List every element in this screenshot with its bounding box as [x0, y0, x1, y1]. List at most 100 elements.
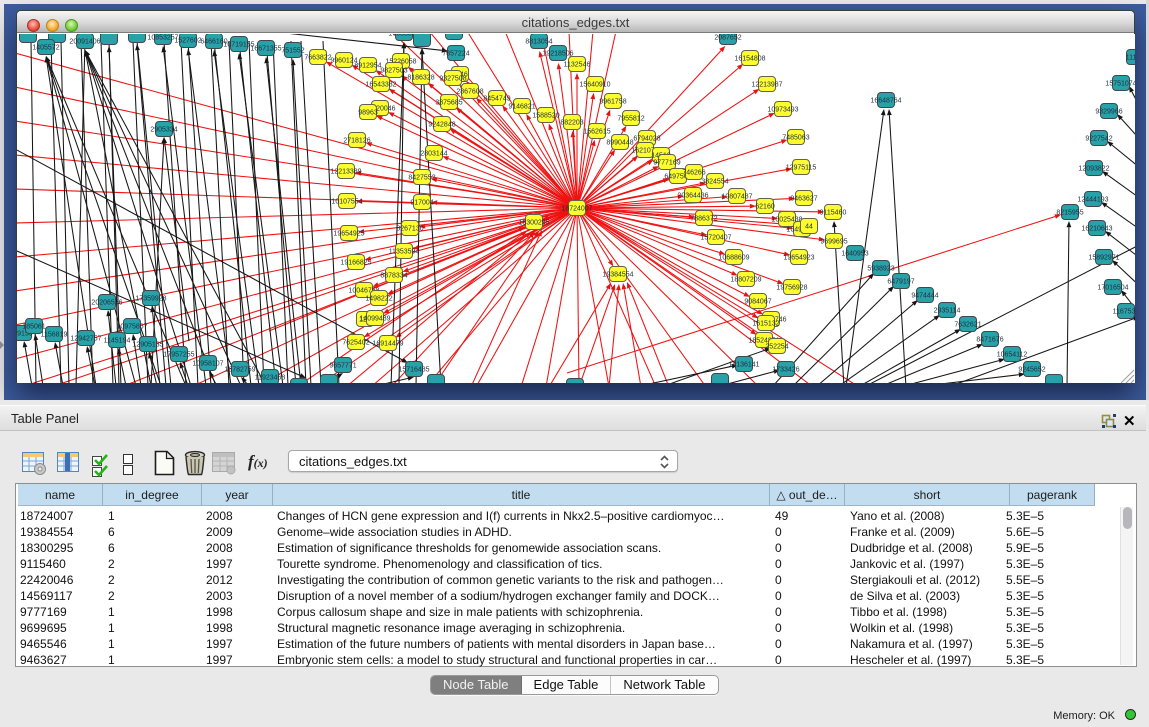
svg-text:746266: 746266: [682, 169, 705, 176]
svg-text:15640910: 15640910: [579, 81, 610, 88]
svg-text:1733426: 1733426: [772, 366, 799, 373]
svg-text:1405572: 1405572: [32, 44, 59, 51]
svg-text:8215955: 8215955: [1056, 209, 1083, 216]
svg-text:1588520: 1588520: [532, 112, 559, 119]
svg-text:15892971: 15892971: [1088, 254, 1119, 261]
svg-text:20206576: 20206576: [91, 299, 122, 306]
svg-text:19384554: 19384554: [602, 271, 633, 278]
svg-text:12213987: 12213987: [751, 81, 782, 88]
svg-text:8267130: 8267130: [396, 225, 423, 232]
svg-text:9146821: 9146821: [508, 103, 535, 110]
svg-text:7632621: 7632621: [954, 321, 981, 328]
svg-text:10654112: 10654112: [997, 351, 1028, 358]
svg-text:44: 44: [805, 223, 813, 230]
svg-text:62160: 62160: [755, 203, 775, 210]
svg-text:18724007: 18724007: [561, 205, 592, 212]
svg-text:98963: 98963: [358, 109, 378, 116]
svg-text:1615132: 1615132: [752, 320, 779, 327]
svg-text:9115460: 9115460: [820, 209, 847, 216]
svg-text:8912954: 8912954: [354, 62, 381, 69]
svg-text:17359928: 17359928: [135, 295, 166, 302]
svg-text:15751074: 15751074: [1105, 80, 1135, 87]
svg-text:882203: 882203: [560, 119, 583, 126]
svg-text:9657771: 9657771: [329, 362, 356, 369]
svg-text:1562615: 1562615: [583, 128, 610, 135]
svg-text:185061: 185061: [22, 323, 45, 330]
svg-text:10807487: 10807487: [721, 193, 752, 200]
svg-text:751552: 751552: [281, 47, 304, 54]
svg-text:18300295: 18300295: [518, 219, 549, 226]
svg-text:20091406: 20091406: [69, 38, 100, 45]
svg-text:9699695: 9699695: [820, 238, 847, 245]
svg-text:12942757: 12942757: [70, 335, 101, 342]
svg-text:2803144: 2803144: [420, 150, 447, 157]
svg-text:7485063: 7485063: [782, 134, 809, 141]
svg-text:16671355: 16671355: [250, 45, 281, 52]
svg-text:12444193: 12444193: [1077, 196, 1108, 203]
svg-text:20364436: 20364436: [677, 192, 708, 199]
svg-text:17957255: 17957255: [163, 351, 194, 358]
svg-text:1527602: 1527602: [174, 37, 201, 44]
svg-text:8427552: 8427552: [408, 174, 435, 181]
svg-text:2867608: 2867608: [456, 88, 483, 95]
svg-text:10688609: 10688609: [718, 254, 749, 261]
svg-text:2935114: 2935114: [934, 307, 961, 314]
svg-text:18807209: 18807209: [730, 276, 761, 283]
svg-text:9242848: 9242848: [428, 121, 455, 128]
svg-text:16543382: 16543382: [365, 81, 396, 88]
svg-text:8471676: 8471676: [976, 336, 1003, 343]
svg-text:12213389: 12213389: [330, 168, 361, 175]
svg-text:9227542: 9227542: [1085, 135, 1112, 142]
svg-text:1156819: 1156819: [41, 331, 68, 338]
svg-text:19218506: 19218506: [542, 50, 573, 57]
svg-text:8878334: 8878334: [380, 272, 407, 279]
svg-text:10958107: 10958107: [192, 360, 223, 367]
svg-text:19654923: 19654923: [783, 254, 814, 261]
svg-text:9777169: 9777169: [653, 159, 680, 166]
svg-text:10973493: 10973493: [767, 106, 798, 113]
svg-text:8813054: 8813054: [525, 38, 552, 45]
svg-text:17016504: 17016504: [1097, 284, 1128, 291]
svg-text:7663822: 7663822: [304, 54, 331, 61]
svg-text:1132546: 1132546: [564, 61, 591, 68]
svg-text:7625402: 7625402: [342, 339, 369, 346]
svg-text:9961758: 9961758: [599, 98, 626, 105]
svg-text:10975867: 10975867: [116, 323, 147, 330]
svg-text:1640953: 1640953: [841, 250, 868, 257]
svg-text:16210643: 16210643: [1081, 225, 1112, 232]
svg-text:12093822: 12093822: [1078, 165, 1109, 172]
svg-text:9084067: 9084067: [744, 298, 771, 305]
svg-text:2718126: 2718126: [343, 137, 370, 144]
svg-text:252254: 252254: [765, 343, 788, 350]
svg-text:12975115: 12975115: [786, 164, 817, 171]
svg-text:6479197: 6479197: [887, 278, 914, 285]
svg-text:15720407: 15720407: [700, 234, 731, 241]
svg-text:1498222: 1498222: [365, 295, 392, 302]
svg-text:7886372: 7886372: [690, 215, 717, 222]
svg-text:19654925: 19654925: [333, 230, 364, 237]
svg-text:12905135: 12905135: [132, 341, 163, 348]
svg-text:917004: 917004: [410, 199, 433, 206]
svg-text:1167533: 1167533: [1113, 308, 1135, 315]
svg-text:14099489: 14099489: [359, 315, 390, 322]
svg-text:6794028: 6794028: [633, 135, 660, 142]
svg-text:2087652: 2087652: [714, 34, 741, 41]
svg-text:10107554: 10107554: [331, 198, 362, 205]
svg-text:1145194: 1145194: [104, 337, 131, 344]
svg-text:9329966: 9329966: [1095, 108, 1122, 115]
svg-text:11172: 11172: [1126, 54, 1135, 61]
svg-text:16154808: 16154808: [734, 55, 765, 62]
svg-text:3875685: 3875685: [435, 99, 462, 106]
svg-text:11923468: 11923468: [255, 374, 286, 381]
svg-text:16648764: 16648764: [870, 97, 901, 104]
svg-text:9474444: 9474444: [911, 292, 938, 299]
svg-text:16782759: 16782759: [224, 366, 255, 373]
svg-text:2905334: 2905334: [150, 126, 177, 133]
svg-text:8186328: 8186328: [407, 74, 434, 81]
svg-text:7955812: 7955812: [617, 115, 644, 122]
svg-text:14136141: 14136141: [728, 361, 759, 368]
svg-text:3824554: 3824554: [701, 178, 728, 185]
svg-text:8990448: 8990448: [606, 139, 633, 146]
svg-text:16914479: 16914479: [372, 340, 403, 347]
svg-text:11353594: 11353594: [389, 248, 420, 255]
